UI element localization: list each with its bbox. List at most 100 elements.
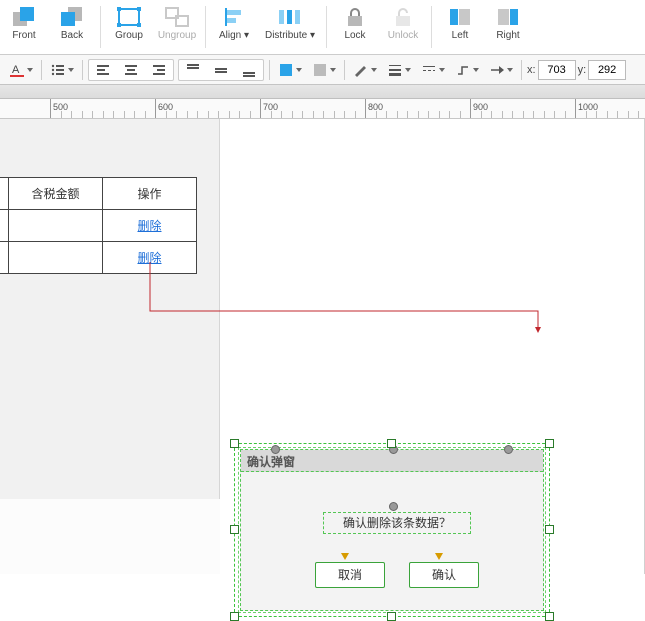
unlock-button[interactable]: Unlock xyxy=(379,4,427,41)
group-button[interactable]: Group xyxy=(105,4,153,41)
valign-mid-button[interactable] xyxy=(208,60,234,80)
distribute-button[interactable]: Distribute ▾ xyxy=(258,4,322,41)
resize-handle[interactable] xyxy=(230,525,239,534)
connection-point[interactable] xyxy=(504,445,513,454)
chevron-down-icon xyxy=(330,68,336,72)
popup-body[interactable]: 确认弹窗 确认删除该条数据？ 取消 确认 xyxy=(240,449,544,611)
label: Back xyxy=(61,30,83,41)
data-table[interactable]: 页 含税金额 操作 删除 删除 xyxy=(0,177,197,274)
resize-handle[interactable] xyxy=(387,439,396,448)
cell xyxy=(9,210,103,242)
ok-button[interactable]: 确认 xyxy=(409,562,479,588)
resize-handle[interactable] xyxy=(230,612,239,621)
gradient-button[interactable] xyxy=(308,59,340,81)
table-header-row: 页 含税金额 操作 xyxy=(0,178,197,210)
unlock-icon xyxy=(390,6,416,28)
y-input[interactable] xyxy=(588,60,626,80)
resize-handle[interactable] xyxy=(545,525,554,534)
front-button[interactable]: Front xyxy=(0,4,48,41)
separator xyxy=(344,60,345,80)
cell: 删除 xyxy=(103,242,197,274)
line-width-button[interactable] xyxy=(383,59,415,81)
horizontal-ruler[interactable]: 5006007008009001000 xyxy=(0,99,645,119)
list-icon xyxy=(50,62,66,78)
back-button[interactable]: Back xyxy=(48,4,96,41)
separator xyxy=(82,60,83,80)
text-align-center-icon xyxy=(123,62,139,78)
align-button[interactable]: Align ▾ xyxy=(210,4,258,41)
connector-icon xyxy=(455,62,471,78)
valign-bot-button[interactable] xyxy=(236,60,262,80)
connection-point[interactable] xyxy=(389,502,398,511)
dock-left-icon xyxy=(447,6,473,28)
arrow-end-button[interactable] xyxy=(485,59,517,81)
label: Distribute ▾ xyxy=(265,30,315,41)
valign-mid-icon xyxy=(213,62,229,78)
list-style-button[interactable] xyxy=(46,59,78,81)
separator xyxy=(205,6,206,48)
dock-right-button[interactable]: Right xyxy=(484,4,532,41)
font-color-icon: A xyxy=(9,62,25,78)
chevron-down-icon xyxy=(507,68,513,72)
send-back-icon xyxy=(59,6,85,28)
text-align-right-icon xyxy=(151,62,167,78)
delete-link[interactable]: 删除 xyxy=(137,251,161,265)
separator xyxy=(431,6,432,48)
label: Group xyxy=(115,30,143,41)
fill-color-button[interactable] xyxy=(274,59,306,81)
line-color-button[interactable] xyxy=(349,59,381,81)
separator xyxy=(521,60,522,80)
line-style-button[interactable] xyxy=(417,59,449,81)
bring-front-icon xyxy=(11,6,37,28)
x-label: x: xyxy=(527,64,536,76)
gradient-icon xyxy=(312,62,328,78)
delete-link[interactable]: 删除 xyxy=(137,219,161,233)
chevron-down-icon xyxy=(439,68,445,72)
separator xyxy=(326,6,327,48)
valign-top-icon xyxy=(185,62,201,78)
cell xyxy=(0,210,9,242)
col-header: 操作 xyxy=(103,178,197,210)
label: Left xyxy=(452,30,469,41)
h-align-group xyxy=(88,59,174,81)
font-color-button[interactable]: A xyxy=(5,59,37,81)
align-left-button[interactable] xyxy=(90,60,116,80)
valign-bot-icon xyxy=(241,62,257,78)
dock-left-button[interactable]: Left xyxy=(436,4,484,41)
text-align-left-icon xyxy=(95,62,111,78)
x-input[interactable] xyxy=(538,60,576,80)
canvas[interactable]: 页 含税金额 操作 删除 删除 确认弹窗 xyxy=(0,119,645,574)
col-header: 页 xyxy=(0,178,9,210)
chevron-down-icon xyxy=(371,68,377,72)
separator xyxy=(269,60,270,80)
label: Ungroup xyxy=(158,30,196,41)
confirm-popup[interactable]: 确认弹窗 确认删除该条数据？ 取消 确认 xyxy=(240,449,544,611)
col-header: 含税金额 xyxy=(9,178,103,210)
main-toolbar: Front Back Group Ungroup Align ▾ Distrib… xyxy=(0,0,645,55)
connection-point[interactable] xyxy=(271,445,280,454)
dock-right-icon xyxy=(495,6,521,28)
chevron-down-icon xyxy=(27,68,33,72)
separator xyxy=(100,6,101,48)
lock-icon xyxy=(342,6,368,28)
resize-handle[interactable] xyxy=(545,612,554,621)
align-left-icon xyxy=(221,6,247,28)
cancel-button[interactable]: 取消 xyxy=(315,562,385,588)
popup-message[interactable]: 确认删除该条数据？ xyxy=(323,512,471,534)
ungroup-button[interactable]: Ungroup xyxy=(153,4,201,41)
resize-handle[interactable] xyxy=(230,439,239,448)
label: Right xyxy=(496,30,519,41)
resize-handle[interactable] xyxy=(545,439,554,448)
lock-button[interactable]: Lock xyxy=(331,4,379,41)
chevron-down-icon xyxy=(473,68,479,72)
align-center-button[interactable] xyxy=(118,60,144,80)
align-right-button[interactable] xyxy=(146,60,172,80)
connector-button[interactable] xyxy=(451,59,483,81)
format-toolbar: A x: y: xyxy=(0,55,645,85)
chevron-down-icon xyxy=(405,68,411,72)
separator xyxy=(41,60,42,80)
resize-handle[interactable] xyxy=(387,612,396,621)
label: Lock xyxy=(344,30,365,41)
svg-text:A: A xyxy=(12,64,20,76)
valign-top-button[interactable] xyxy=(180,60,206,80)
